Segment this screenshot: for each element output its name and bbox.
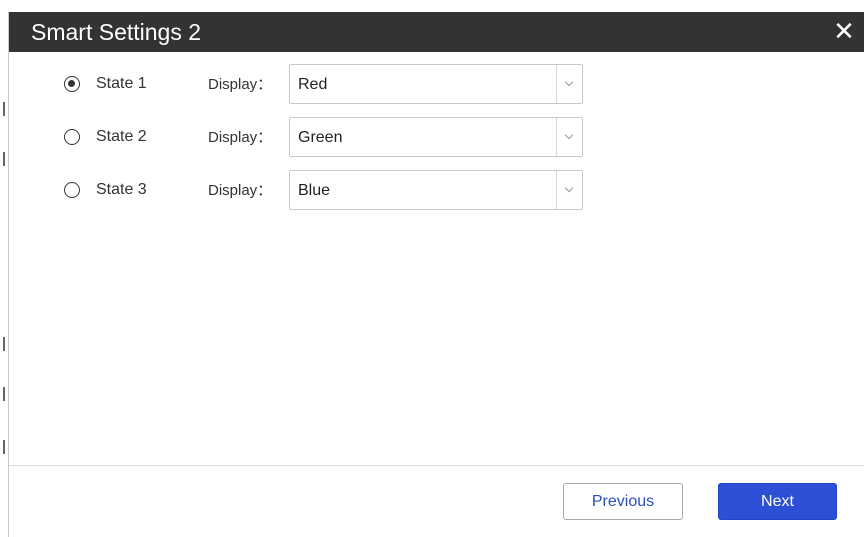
state-row-2: State 2 Display： Green bbox=[9, 117, 864, 157]
state-3-radio[interactable] bbox=[64, 182, 80, 198]
state-1-display-select[interactable]: Red bbox=[289, 64, 583, 104]
previous-button[interactable]: Previous bbox=[563, 483, 683, 520]
footer-divider bbox=[9, 465, 864, 466]
state-3-display-select[interactable]: Blue bbox=[289, 170, 583, 210]
state-3-display-value: Blue bbox=[298, 182, 331, 199]
state-1-dropdown-button[interactable] bbox=[556, 65, 582, 103]
state-2-dropdown-button[interactable] bbox=[556, 118, 582, 156]
state-row-3: State 3 Display： Blue bbox=[9, 170, 864, 210]
state-1-display-value: Red bbox=[298, 76, 328, 93]
state-1-display-label: Display： bbox=[208, 76, 273, 93]
close-icon[interactable]: ✕ bbox=[830, 16, 858, 46]
state-2-display-value: Green bbox=[298, 129, 343, 146]
state-2-radio[interactable] bbox=[64, 129, 80, 145]
state-2-display-label: Display： bbox=[208, 129, 273, 146]
background-left-edge bbox=[0, 12, 9, 537]
state-1-label: State 1 bbox=[96, 75, 147, 92]
smart-settings-dialog: Smart Settings 2 ✕ State 1 Display： Red … bbox=[9, 12, 864, 537]
state-3-display-label: Display： bbox=[208, 182, 273, 199]
state-1-radio[interactable] bbox=[64, 76, 80, 92]
dialog-title-bar: Smart Settings 2 ✕ bbox=[9, 12, 864, 52]
chevron-down-icon bbox=[564, 183, 574, 193]
chevron-down-icon bbox=[564, 130, 574, 140]
chevron-down-icon bbox=[564, 77, 574, 87]
state-2-display-select[interactable]: Green bbox=[289, 117, 583, 157]
next-button[interactable]: Next bbox=[718, 483, 837, 520]
state-2-label: State 2 bbox=[96, 128, 147, 145]
dialog-title: Smart Settings 2 bbox=[31, 19, 202, 45]
state-row-1: State 1 Display： Red bbox=[9, 64, 864, 104]
state-3-label: State 3 bbox=[96, 181, 147, 198]
state-3-dropdown-button[interactable] bbox=[556, 171, 582, 209]
